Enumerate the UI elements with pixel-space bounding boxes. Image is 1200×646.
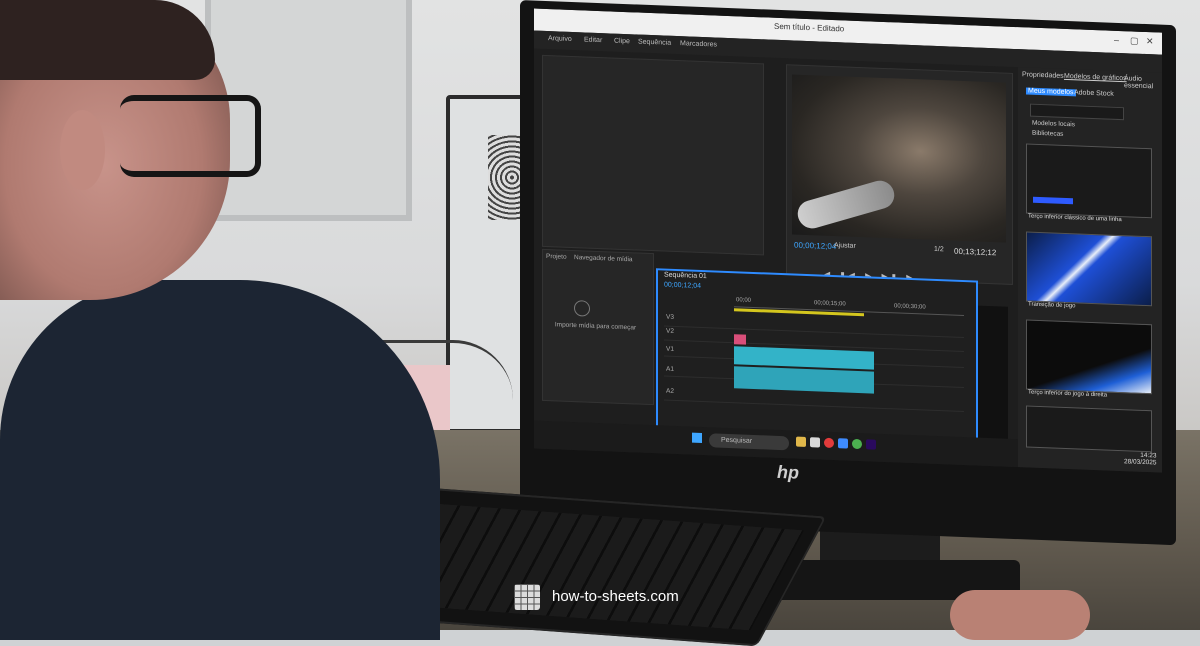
menu-item[interactable]: Arquivo <box>548 35 572 43</box>
hand-right <box>950 590 1090 640</box>
watermark: how-to-sheets.com <box>514 582 704 612</box>
person-hair <box>0 0 215 80</box>
glasses <box>120 95 261 177</box>
screen: Sem título - Editado – ▢ ✕ Arquivo Edita… <box>534 8 1162 473</box>
edge-icon[interactable] <box>838 438 848 449</box>
person-shoulder <box>0 280 440 640</box>
lower-third-bar <box>1033 196 1073 205</box>
ruler-tick: 00;00 <box>736 297 752 304</box>
folder-libraries[interactable]: Bibliotecas <box>1032 130 1063 138</box>
template-thumbnail[interactable] <box>1026 143 1152 219</box>
source-monitor-panel[interactable] <box>542 54 764 256</box>
track-label: V2 <box>666 327 674 335</box>
program-duration: 00;13;12;12 <box>954 246 997 258</box>
track-label: A2 <box>666 387 674 395</box>
taskbar-clock: 14:23 28/03/2025 <box>1124 451 1157 467</box>
person-ear <box>60 110 105 190</box>
ruler-tick: 00;00;15;00 <box>814 300 846 308</box>
tab-essential-sound[interactable]: Áudio essencial <box>1124 75 1162 90</box>
template-thumbnail[interactable] <box>1026 319 1152 395</box>
menu-item[interactable]: Marcadores <box>680 40 717 48</box>
menu-item[interactable]: Editar <box>584 36 602 44</box>
track-label: V3 <box>666 313 674 321</box>
fit-dropdown[interactable]: Ajustar <box>834 242 856 250</box>
template-thumbnail[interactable] <box>1026 231 1152 307</box>
program-timecode[interactable]: 00;00;12;04 <box>794 241 836 252</box>
track-label: A1 <box>666 365 674 373</box>
clock-date: 28/03/2025 <box>1124 458 1157 467</box>
menu-item[interactable]: Sequência <box>638 39 671 47</box>
watermark-text: how-to-sheets.com <box>552 588 679 605</box>
menu-item[interactable]: Clipe <box>614 38 630 46</box>
tab-adobe-stock[interactable]: Adobe Stock <box>1074 89 1114 98</box>
chrome-icon[interactable] <box>852 438 862 450</box>
spreadsheet-grid-icon <box>514 584 540 610</box>
maximize-icon[interactable]: ▢ <box>1130 35 1140 45</box>
monitor: Sem título - Editado – ▢ ✕ Arquivo Edita… <box>520 0 1176 546</box>
scale-dropdown[interactable]: 1/2 <box>934 246 944 253</box>
timeline-timecode[interactable]: 00;00;12;04 <box>664 282 701 290</box>
file-explorer-icon[interactable] <box>796 436 806 447</box>
template-thumbnail[interactable] <box>1026 405 1152 453</box>
store-icon[interactable] <box>810 437 820 448</box>
minimize-icon[interactable]: – <box>1114 35 1124 45</box>
close-icon[interactable]: ✕ <box>1146 36 1156 46</box>
ruler-tick: 00;00;30;00 <box>894 303 926 311</box>
hp-logo: hp <box>777 461 799 483</box>
import-media-icon[interactable] <box>574 300 590 317</box>
graphic-clip[interactable] <box>734 334 746 345</box>
tab-project[interactable]: Projeto <box>546 253 567 261</box>
audio-meters <box>978 305 1008 447</box>
windows-start-icon[interactable] <box>692 432 702 443</box>
track-label: V1 <box>666 345 674 353</box>
premiere-pro-icon[interactable] <box>866 439 876 450</box>
opera-icon[interactable] <box>824 437 834 449</box>
